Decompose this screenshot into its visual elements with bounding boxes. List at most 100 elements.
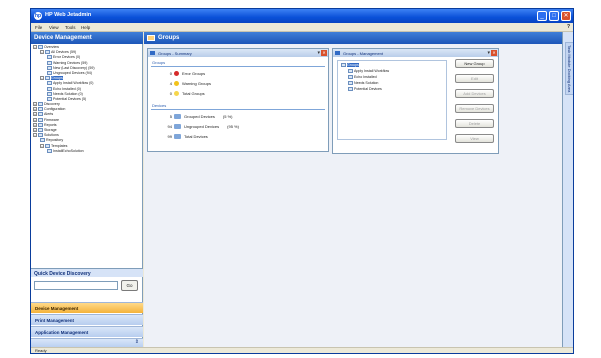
nav-device-management[interactable]: Device Management bbox=[31, 302, 143, 313]
status-text: Ready bbox=[35, 348, 47, 353]
expander-icon[interactable]: + bbox=[33, 117, 37, 122]
tree-item-label: Templates bbox=[51, 143, 68, 148]
tree-item-label: Reports bbox=[44, 122, 57, 127]
pin-icon[interactable]: ▾ bbox=[317, 50, 320, 56]
node-icon bbox=[40, 138, 45, 143]
stat-label: Total Groups bbox=[182, 91, 205, 96]
delete-button[interactable]: Delete bbox=[455, 119, 494, 128]
left-pane: Device Management − Overview − All Devices … bbox=[31, 32, 143, 348]
expander-icon[interactable]: + bbox=[33, 102, 37, 107]
folder-icon bbox=[147, 35, 155, 41]
title-bar[interactable]: hp HP Web Jetadmin _ □ ✕ bbox=[31, 9, 573, 23]
add-devices-button[interactable]: Add Devices bbox=[455, 89, 494, 98]
hp-logo-icon: hp bbox=[34, 12, 42, 20]
tree-item-label: Groups bbox=[51, 76, 63, 81]
expander-icon[interactable]: + bbox=[33, 122, 37, 127]
status-bar: Ready bbox=[31, 347, 573, 353]
group-tree-item[interactable]: Echo Installed bbox=[348, 75, 377, 80]
menu-help[interactable]: Help bbox=[81, 25, 90, 30]
tree-item-label: Repository bbox=[46, 138, 64, 143]
stat-count: 4 bbox=[169, 81, 172, 86]
tree-item-label: New (Last Discovery) (59) bbox=[53, 65, 95, 70]
pin-icon[interactable]: ▾ bbox=[487, 50, 490, 56]
panel-close-icon[interactable]: ✕ bbox=[491, 50, 497, 56]
nav-print-management[interactable]: Print Management bbox=[31, 314, 143, 325]
tree-item-label: Potential Devices (5) bbox=[53, 96, 87, 101]
tree-item-label: Configuration bbox=[44, 107, 66, 112]
quick-discovery-header: Quick Device Discovery bbox=[31, 268, 143, 277]
group-tree-label: Echo Installed bbox=[354, 75, 377, 79]
stat-label: Warning Groups bbox=[182, 81, 211, 86]
node-icon bbox=[38, 112, 43, 117]
view-button[interactable]: View bbox=[455, 134, 494, 143]
group-tree-label: Potential Devices bbox=[354, 87, 382, 91]
groups-management-panel: Groups - Management ▾ ✕ Groups Apply Inst… bbox=[332, 48, 499, 154]
device-stat-row[interactable]: 94 Ungrouped Devices (95 %) bbox=[162, 124, 239, 130]
expander-icon[interactable]: + bbox=[33, 112, 37, 117]
go-button[interactable]: Go bbox=[121, 280, 138, 291]
expander-icon[interactable]: − bbox=[33, 133, 37, 138]
expander-icon[interactable]: − bbox=[33, 45, 37, 50]
panel-close-icon[interactable]: ✕ bbox=[321, 50, 327, 56]
tree-item-label: Ungrouped Devices (94) bbox=[53, 70, 92, 75]
panel-icon bbox=[150, 51, 155, 55]
group-tree-label: Needs Solution bbox=[354, 81, 379, 85]
menu-tools[interactable]: Tools bbox=[65, 25, 76, 30]
close-button[interactable]: ✕ bbox=[561, 11, 571, 21]
stat-percent: (95 %) bbox=[227, 124, 239, 129]
group-icon bbox=[348, 87, 353, 92]
app-window: hp HP Web Jetadmin _ □ ✕ File View Tools… bbox=[30, 8, 574, 354]
groups-title: Groups bbox=[158, 35, 180, 41]
group-tree-label: Groups bbox=[347, 63, 359, 67]
device-stat-row[interactable]: 99 Total Devices bbox=[162, 134, 208, 140]
group-tree-item[interactable]: Needs Solution bbox=[348, 81, 378, 86]
node-icon bbox=[47, 60, 52, 65]
help-icon[interactable]: ? bbox=[567, 24, 570, 30]
minimize-button[interactable]: _ bbox=[537, 11, 547, 21]
section-divider bbox=[151, 66, 325, 67]
menu-view[interactable]: View bbox=[49, 25, 59, 30]
docking-area-label: Task Module Docking Area bbox=[565, 42, 573, 96]
group-tree-item[interactable]: Apply Install Workflow bbox=[348, 69, 389, 74]
group-tree-item[interactable]: Potential Devices bbox=[348, 87, 382, 92]
tree-item-label: Overview bbox=[44, 45, 59, 49]
expander-icon[interactable]: + bbox=[33, 107, 37, 112]
tree-item[interactable]: InstallEchoSolution bbox=[33, 149, 141, 154]
menu-file[interactable]: File bbox=[35, 25, 42, 30]
group-tree-item[interactable]: Groups bbox=[341, 63, 359, 68]
tree-item-label: Storage bbox=[44, 128, 57, 132]
group-icon bbox=[348, 75, 353, 80]
quick-discovery-input[interactable] bbox=[34, 281, 118, 290]
tree-item-label: Warning Devices (59) bbox=[53, 60, 88, 65]
edit-button[interactable]: Edit bbox=[455, 74, 494, 83]
expander-icon[interactable]: − bbox=[40, 76, 44, 81]
node-icon bbox=[38, 128, 43, 133]
expander-icon[interactable]: − bbox=[40, 50, 44, 55]
stat-count: 94 bbox=[167, 124, 172, 129]
expander-icon[interactable]: + bbox=[33, 128, 37, 133]
new-group-button[interactable]: New Group bbox=[455, 59, 494, 68]
group-stat-row[interactable]: 4 Warning Groups bbox=[162, 81, 211, 87]
group-stat-row[interactable]: 0 Total Groups bbox=[162, 91, 205, 97]
expander-icon[interactable]: − bbox=[40, 143, 44, 148]
maximize-button[interactable]: □ bbox=[549, 11, 559, 21]
tree-item-label: Discovery bbox=[44, 102, 60, 107]
device-icon bbox=[174, 114, 181, 120]
management-panel-title[interactable]: Groups - Management ▾ ✕ bbox=[333, 49, 498, 57]
device-tree: − Overview − All Devices (59) Error Devices … bbox=[33, 45, 141, 154]
stat-label: Grouped Devices bbox=[184, 114, 215, 119]
tree-item-label: Firmware bbox=[44, 117, 59, 122]
node-icon bbox=[38, 45, 43, 50]
stat-count: 0 bbox=[169, 71, 172, 76]
device-stat-row[interactable]: 5 Grouped Devices (5 %) bbox=[162, 114, 232, 120]
stat-percent: (5 %) bbox=[222, 114, 233, 119]
task-module-docking-area[interactable]: Task Module Docking Area bbox=[562, 32, 573, 347]
summary-panel-title[interactable]: Groups - Summary ▾ ✕ bbox=[148, 49, 328, 57]
main-body: Groups - Summary ▾ ✕ Groups 0 Error Group… bbox=[144, 44, 562, 347]
stat-count: 0 bbox=[169, 91, 172, 96]
group-stat-row[interactable]: 0 Error Groups bbox=[162, 71, 205, 77]
remove-devices-button[interactable]: Remove Devices bbox=[455, 104, 494, 113]
nav-application-management[interactable]: Application Management bbox=[31, 326, 143, 337]
window-title: HP Web Jetadmin bbox=[45, 12, 92, 18]
groups-summary-panel: Groups - Summary ▾ ✕ Groups 0 Error Group… bbox=[147, 48, 329, 152]
